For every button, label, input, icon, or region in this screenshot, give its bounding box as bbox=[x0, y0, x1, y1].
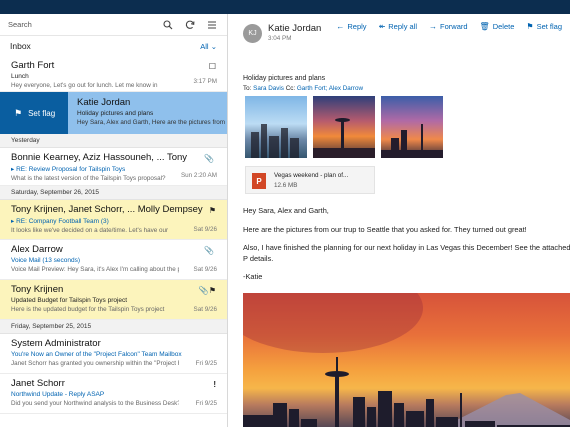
file-attachment[interactable]: P Vegas weekend - plan of... 12.6 MB bbox=[245, 166, 375, 194]
title-bar bbox=[0, 0, 570, 14]
message-time: 3:17 PM bbox=[193, 78, 217, 85]
message-time: Sat 9/26 bbox=[193, 266, 217, 273]
set-flag-button[interactable]: ⚑ Set flag bbox=[0, 92, 68, 134]
message-list-pane: Search Inbox All ⌄ Garth Fort Lunch Hey … bbox=[0, 14, 228, 427]
select-mode-icon[interactable] bbox=[205, 18, 219, 32]
image-attachments bbox=[245, 96, 449, 158]
message-preview: Here is the updated budget for the Tails… bbox=[11, 306, 165, 313]
sender-name[interactable]: Katie Jordan bbox=[268, 23, 321, 34]
message-time: Sat 9/26 bbox=[193, 226, 217, 233]
attachment-icon: 📎 bbox=[204, 154, 214, 163]
recipients-line: To: Sara Davis Cc: Garth Fort; Alex Darr… bbox=[243, 85, 364, 92]
message-subject: ▸ RE: Company Football Team (3) bbox=[11, 218, 109, 225]
image-thumbnail[interactable] bbox=[381, 96, 443, 158]
message-preview: Did you send your Northwind analysis to … bbox=[11, 400, 179, 407]
search-input[interactable]: Search bbox=[8, 20, 153, 29]
image-thumbnail[interactable] bbox=[313, 96, 375, 158]
list-item[interactable]: Alex Darrow Voice Mail (13 seconds) Voic… bbox=[0, 240, 227, 280]
message-sender: Katie Jordan bbox=[77, 97, 131, 108]
list-item[interactable]: Bonnie Kearney, Aziz Hassouneh, ... Tony… bbox=[0, 148, 227, 186]
message-preview: Voice Mail Preview: Hey Sara, it's Alex … bbox=[11, 266, 179, 273]
mountain-silhouette bbox=[443, 393, 570, 427]
sent-time: 3:04 PM bbox=[268, 35, 292, 42]
list-item-flagged[interactable]: Tony Krijnen, Janet Schorr, ... Molly De… bbox=[0, 200, 227, 240]
list-item-selected[interactable]: ⚑ Set flag Katie Jordan Holiday pictures … bbox=[0, 92, 227, 134]
signature: -Katie bbox=[243, 272, 263, 281]
flag-icon[interactable]: 📎⚑ bbox=[199, 286, 216, 295]
reply-all-icon: ↞ bbox=[378, 21, 386, 31]
reading-pane: ← Reply ↞ Reply all → Forward 🗑 Delete ⚑ Set … bbox=[229, 14, 570, 427]
day-separator: Yesterday bbox=[0, 134, 227, 148]
checkbox-icon[interactable]: ☐ bbox=[209, 62, 216, 71]
message-subject: Voice Mail (13 seconds) bbox=[11, 257, 81, 264]
cc-recipients[interactable]: Garth Fort; Alex Darrow bbox=[297, 85, 363, 92]
day-separator: Friday, September 25, 2015 bbox=[0, 320, 227, 334]
set-flag-button[interactable]: ⚑ Set flag bbox=[526, 22, 562, 31]
message-preview: Janet Schorr has granted you ownership w… bbox=[11, 360, 179, 367]
body-paragraph: Hey Sara, Alex and Garth, bbox=[243, 206, 329, 215]
space-needle-silhouette bbox=[335, 373, 339, 427]
list-item[interactable]: Janet Schorr Northwind Update - Reply AS… bbox=[0, 374, 227, 414]
to-recipient[interactable]: Sara Davis bbox=[253, 85, 284, 92]
message-preview: It looks like we've decided on a date/ti… bbox=[11, 227, 169, 234]
day-separator: Saturday, September 26, 2015 bbox=[0, 186, 227, 200]
sync-icon[interactable] bbox=[183, 18, 197, 32]
message-subject: Northwind Update - Reply ASAP bbox=[11, 391, 105, 398]
message-subject: You're Now an Owner of the "Project Falc… bbox=[11, 351, 182, 358]
message-time: Fri 9/25 bbox=[195, 360, 217, 367]
list-item[interactable]: Garth Fort Lunch Hey everyone, Let's go … bbox=[0, 56, 227, 92]
message-sender: System Administrator bbox=[11, 338, 101, 349]
image-thumbnail[interactable] bbox=[245, 96, 307, 158]
list-item-flagged[interactable]: Tony Krijnen Updated Budget for Tailspin… bbox=[0, 280, 227, 320]
email-subject: Holiday pictures and plans bbox=[243, 75, 326, 82]
body-paragraph: Also, I have finished the planning for o… bbox=[243, 243, 570, 263]
delete-button[interactable]: 🗑 Delete bbox=[480, 22, 515, 31]
powerpoint-icon: P bbox=[252, 173, 266, 189]
forward-icon: → bbox=[429, 21, 438, 31]
trash-icon: 🗑 bbox=[479, 21, 490, 31]
body-paragraph: Here are the pictures from our trup to S… bbox=[243, 224, 527, 234]
message-time: Sat 9/26 bbox=[193, 306, 217, 313]
message-sender: Tony Krijnen, Janet Schorr, ... Molly De… bbox=[11, 204, 203, 215]
message-preview: Hey Sara, Alex and Garth, Here are the p… bbox=[77, 119, 226, 126]
flag-icon: ⚑ bbox=[526, 21, 534, 31]
forward-button[interactable]: → Forward bbox=[429, 22, 468, 31]
chevron-down-icon: ⌄ bbox=[210, 41, 217, 51]
folder-title: Inbox bbox=[10, 41, 31, 51]
reply-button[interactable]: ← Reply bbox=[336, 22, 366, 31]
important-icon: ! bbox=[213, 380, 216, 389]
search-icon[interactable] bbox=[161, 18, 175, 32]
search-bar: Search bbox=[0, 14, 227, 36]
flag-icon[interactable]: ⚑ bbox=[209, 206, 216, 215]
reply-all-button[interactable]: ↞ Reply all bbox=[379, 22, 417, 31]
message-time: Sun 2:20 AM bbox=[180, 172, 217, 179]
message-sender: Alex Darrow bbox=[11, 244, 63, 255]
message-preview: What is the latest version of the Tailsp… bbox=[11, 175, 166, 182]
folder-header: Inbox All ⌄ bbox=[0, 36, 227, 56]
attachment-name: Vegas weekend - plan of... bbox=[274, 172, 349, 179]
attachment-icon: 📎 bbox=[204, 246, 214, 255]
email-body: Hey Sara, Alex and Garth, Here are the p… bbox=[243, 206, 570, 291]
avatar: KJ bbox=[243, 24, 262, 43]
message-sender: Garth Fort bbox=[11, 60, 55, 71]
list-item[interactable]: System Administrator You're Now an Owner… bbox=[0, 334, 227, 374]
message-sender: Bonnie Kearney, Aziz Hassouneh, ... Tony bbox=[11, 152, 188, 163]
message-subject: Lunch bbox=[11, 73, 29, 80]
filter-dropdown[interactable]: All ⌄ bbox=[200, 42, 217, 51]
flag-icon: ⚑ bbox=[14, 107, 23, 118]
message-preview: Hey everyone, Let's go out for lunch. Le… bbox=[11, 82, 158, 89]
reply-icon: ← bbox=[336, 21, 345, 31]
inline-photo[interactable] bbox=[243, 293, 570, 427]
message-subject: Holiday pictures and plans bbox=[77, 110, 154, 117]
message-subject: Updated Budget for Tailspin Toys project bbox=[11, 297, 128, 304]
message-sender: Tony Krijnen bbox=[11, 284, 64, 295]
attachment-size: 12.6 MB bbox=[274, 182, 298, 189]
message-time: Fri 9/25 bbox=[195, 400, 217, 407]
message-sender: Janet Schorr bbox=[11, 378, 65, 389]
